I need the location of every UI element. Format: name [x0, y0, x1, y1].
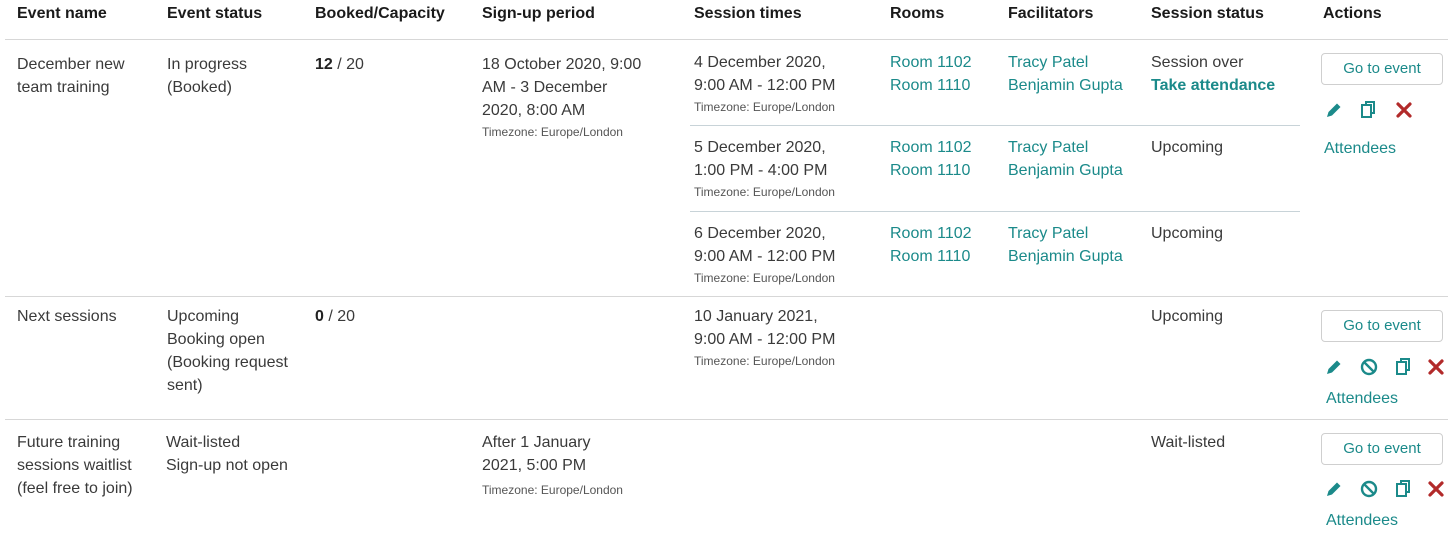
copy-icon[interactable]: [1359, 100, 1379, 120]
session-status: Upcoming: [1151, 308, 1224, 325]
session-status: Upcoming: [1151, 225, 1224, 242]
session-rooms: Room 1102 Room 1110: [890, 222, 972, 268]
copy-icon[interactable]: [1394, 357, 1414, 377]
go-to-event-button[interactable]: Go to event: [1321, 310, 1443, 342]
attendees-link[interactable]: Attendees: [1326, 387, 1398, 410]
delete-icon[interactable]: [1394, 100, 1414, 120]
header-event-name: Event name: [17, 5, 107, 22]
header-actions: Actions: [1323, 5, 1382, 22]
header-rooms: Rooms: [890, 5, 945, 22]
attendees-link[interactable]: Attendees: [1326, 509, 1398, 532]
session-facilitators: Tracy Patel Benjamin Gupta: [1008, 51, 1123, 97]
facilitator-link[interactable]: Tracy Patel: [1008, 136, 1123, 159]
session-status: Upcoming: [1151, 139, 1224, 156]
capacity: / 20: [332, 56, 364, 73]
facilitator-link[interactable]: Tracy Patel: [1008, 51, 1123, 74]
facilitator-link[interactable]: Benjamin Gupta: [1008, 159, 1123, 182]
room-link[interactable]: Room 1102: [890, 222, 972, 245]
booked-capacity: 0 / 20: [315, 305, 355, 328]
event-name: Future training sessions waitlist (feel …: [17, 434, 133, 497]
copy-icon[interactable]: [1394, 479, 1414, 499]
take-attendance-link[interactable]: Take attendance: [1151, 74, 1275, 97]
session-divider: [690, 211, 1300, 212]
room-link[interactable]: Room 1102: [890, 136, 972, 159]
header-divider: [5, 39, 1448, 40]
signup-period: After 1 January 2021, 5:00 PM: [482, 434, 591, 474]
facilitator-link[interactable]: Benjamin Gupta: [1008, 245, 1123, 268]
header-signup-period: Sign-up period: [482, 5, 595, 22]
session-rooms: Room 1102 Room 1110: [890, 51, 972, 97]
facilitator-link[interactable]: Benjamin Gupta: [1008, 74, 1123, 97]
session-timezone: Timezone: Europe/London: [694, 354, 835, 368]
session-status: Session over Take attendance: [1151, 51, 1275, 97]
session-timezone: Timezone: Europe/London: [694, 271, 835, 285]
signup-timezone: Timezone: Europe/London: [482, 483, 623, 497]
booked-count: 0: [315, 308, 324, 325]
edit-icon[interactable]: [1324, 357, 1344, 377]
session-timezone: Timezone: Europe/London: [694, 185, 835, 199]
edit-icon[interactable]: [1324, 479, 1344, 499]
event-status: In progress (Booked): [167, 56, 248, 96]
event-status: Wait-listed Sign-up not open: [166, 434, 288, 474]
go-to-event-button[interactable]: Go to event: [1321, 53, 1443, 85]
booked-count: 12: [315, 56, 333, 73]
delete-icon[interactable]: [1426, 479, 1446, 499]
go-to-event-button[interactable]: Go to event: [1321, 433, 1443, 465]
session-facilitators: Tracy Patel Benjamin Gupta: [1008, 222, 1123, 268]
header-booked-capacity: Booked/Capacity: [315, 5, 445, 22]
header-facilitators: Facilitators: [1008, 5, 1094, 22]
session-timezone: Timezone: Europe/London: [694, 100, 835, 114]
row-divider: [5, 296, 1448, 297]
attendees-link[interactable]: Attendees: [1324, 137, 1396, 160]
room-link[interactable]: Room 1110: [890, 74, 972, 97]
session-facilitators: Tracy Patel Benjamin Gupta: [1008, 136, 1123, 182]
signup-period: 18 October 2020, 9:00 AM - 3 December 20…: [482, 56, 642, 119]
session-status: Wait-listed: [1151, 434, 1226, 451]
delete-icon[interactable]: [1426, 357, 1446, 377]
session-divider: [690, 125, 1300, 126]
room-link[interactable]: Room 1102: [890, 51, 972, 74]
session-time: 10 January 2021, 9:00 AM - 12:00 PM: [694, 308, 836, 348]
header-session-times: Session times: [694, 5, 802, 22]
capacity: / 20: [323, 308, 356, 325]
event-name: December new team training: [17, 56, 125, 96]
session-time: 6 December 2020, 9:00 AM - 12:00 PM: [694, 225, 836, 265]
header-session-status: Session status: [1151, 5, 1264, 22]
session-time: 5 December 2020, 1:00 PM - 4:00 PM: [694, 139, 828, 179]
header-event-status: Event status: [167, 5, 263, 22]
signup-timezone: Timezone: Europe/London: [482, 125, 623, 139]
event-name: Next sessions: [17, 308, 117, 325]
session-rooms: Room 1102 Room 1110: [890, 136, 972, 182]
room-link[interactable]: Room 1110: [890, 159, 972, 182]
booked-capacity: 12 / 20: [315, 53, 364, 76]
session-time: 4 December 2020, 9:00 AM - 12:00 PM: [694, 54, 836, 94]
event-status: Upcoming Booking open (Booking request s…: [167, 308, 288, 394]
cancel-icon[interactable]: [1359, 357, 1379, 377]
row-divider: [5, 419, 1448, 420]
facilitator-link[interactable]: Tracy Patel: [1008, 222, 1123, 245]
room-link[interactable]: Room 1110: [890, 245, 972, 268]
edit-icon[interactable]: [1324, 100, 1344, 120]
cancel-icon[interactable]: [1359, 479, 1379, 499]
